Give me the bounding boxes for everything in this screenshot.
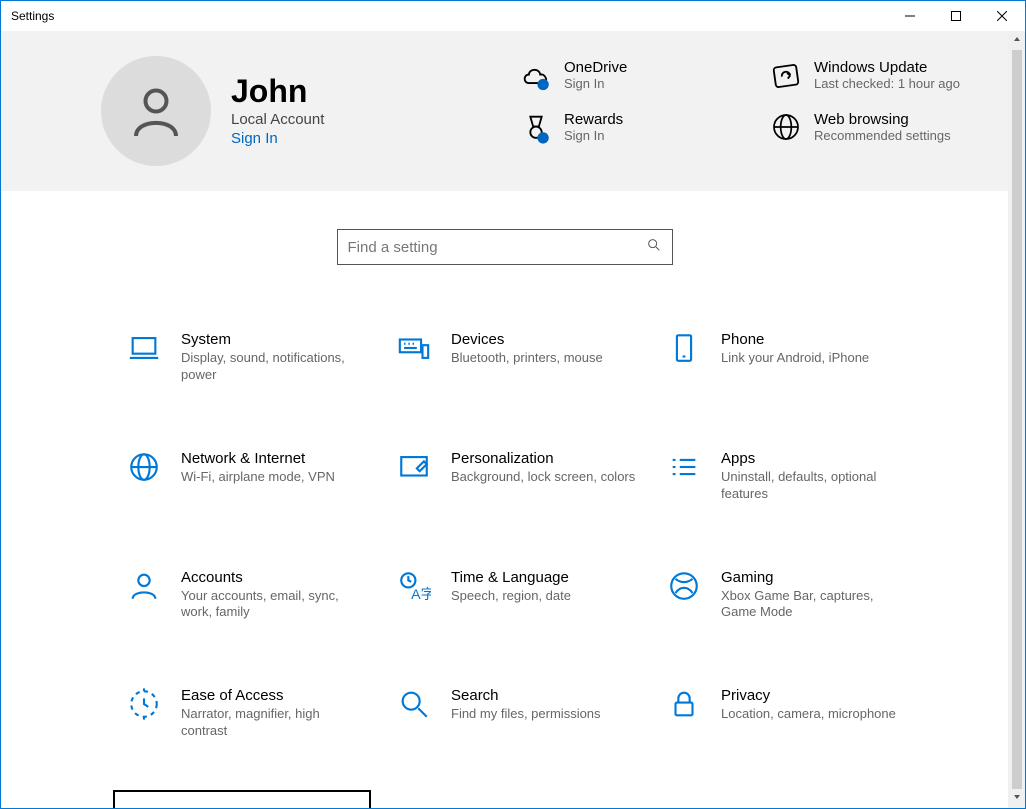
category-sub: Display, sound, notifications, power: [181, 350, 367, 384]
tile-onedrive[interactable]: OneDrive Sign In: [508, 59, 718, 93]
close-button[interactable]: [979, 1, 1025, 31]
category-sub: Wi-Fi, airplane mode, VPN: [181, 469, 367, 486]
tile-title: Rewards: [564, 111, 623, 128]
phone-icon: [667, 331, 721, 365]
xbox-icon: [667, 569, 721, 603]
tile-windows-update[interactable]: Windows Update Last checked: 1 hour ago: [758, 59, 968, 93]
category-title: Accounts: [181, 569, 367, 586]
lock-icon: [667, 687, 721, 721]
tile-sub: Sign In: [564, 76, 627, 92]
svg-text:A字: A字: [411, 586, 431, 602]
category-update-security[interactable]: Update & Security Windows Update, recove…: [113, 790, 371, 808]
person-icon: [127, 569, 181, 603]
category-ease-of-access[interactable]: Ease of Access Narrator, magnifier, high…: [121, 681, 391, 746]
category-accounts[interactable]: Accounts Your accounts, email, sync, wor…: [121, 563, 391, 628]
search-icon: [646, 237, 662, 257]
category-title: Phone: [721, 331, 907, 348]
scroll-thumb[interactable]: [1012, 50, 1022, 789]
category-title: Ease of Access: [181, 687, 367, 704]
category-sub: Your accounts, email, sync, work, family: [181, 588, 367, 622]
category-phone[interactable]: Phone Link your Android, iPhone: [661, 325, 931, 390]
header: John Local Account Sign In OneDrive Sign…: [1, 31, 1008, 191]
window-buttons: [887, 1, 1025, 31]
scroll-down-icon[interactable]: [1013, 793, 1021, 804]
tiles: OneDrive Sign In Windows Update Last che…: [451, 59, 968, 163]
globe-icon: [758, 111, 814, 143]
category-title: Search: [451, 687, 637, 704]
tile-sub: Sign In: [564, 128, 623, 144]
window-title: Settings: [11, 9, 54, 23]
avatar[interactable]: [101, 56, 211, 166]
scrollbar[interactable]: [1008, 31, 1025, 808]
search-placeholder: Find a setting: [348, 239, 438, 256]
ease-icon: [127, 687, 181, 721]
category-title: Privacy: [721, 687, 907, 704]
search-icon: [397, 687, 451, 721]
sign-in-link[interactable]: Sign In: [231, 130, 451, 147]
category-search[interactable]: Search Find my files, permissions: [391, 681, 661, 746]
category-system[interactable]: System Display, sound, notifications, po…: [121, 325, 391, 390]
person-icon: [126, 81, 186, 141]
keyboard-icon: [397, 331, 451, 365]
category-privacy[interactable]: Privacy Location, camera, microphone: [661, 681, 931, 746]
paint-icon: [397, 450, 451, 484]
user-sub: Local Account: [231, 111, 451, 128]
category-sub: Xbox Game Bar, captures, Game Mode: [721, 588, 907, 622]
category-title: Update & Security: [175, 806, 345, 808]
list-icon: [667, 450, 721, 484]
category-sub: Bluetooth, printers, mouse: [451, 350, 637, 367]
tile-sub: Recommended settings: [814, 128, 951, 144]
categories-grid: System Display, sound, notifications, po…: [121, 325, 948, 808]
category-sub: Find my files, permissions: [451, 706, 637, 723]
tile-title: Web browsing: [814, 111, 951, 128]
category-title: Apps: [721, 450, 907, 467]
medal-icon: [508, 111, 564, 145]
globe-icon: [127, 450, 181, 484]
category-time-language[interactable]: A字 Time & Language Speech, region, date: [391, 563, 661, 628]
user-name: John: [231, 75, 451, 107]
tile-web-browsing[interactable]: Web browsing Recommended settings: [758, 111, 968, 145]
tile-title: OneDrive: [564, 59, 627, 76]
scroll-up-icon[interactable]: [1013, 35, 1021, 46]
category-title: Personalization: [451, 450, 637, 467]
category-personalization[interactable]: Personalization Background, lock screen,…: [391, 444, 661, 509]
category-title: Devices: [451, 331, 637, 348]
category-sub: Uninstall, defaults, optional features: [721, 469, 907, 503]
minimize-button[interactable]: [887, 1, 933, 31]
cloud-icon: [508, 59, 564, 93]
tile-rewards[interactable]: Rewards Sign In: [508, 111, 718, 145]
category-devices[interactable]: Devices Bluetooth, printers, mouse: [391, 325, 661, 390]
category-title: Network & Internet: [181, 450, 367, 467]
update-icon: [121, 806, 175, 808]
time-language-icon: A字: [397, 569, 451, 603]
titlebar: Settings: [1, 1, 1025, 31]
category-gaming[interactable]: Gaming Xbox Game Bar, captures, Game Mod…: [661, 563, 931, 628]
sync-icon: [758, 59, 814, 93]
maximize-button[interactable]: [933, 1, 979, 31]
category-sub: Speech, region, date: [451, 588, 637, 605]
category-sub: Narrator, magnifier, high contrast: [181, 706, 367, 740]
user-block: John Local Account Sign In: [231, 75, 451, 147]
category-network[interactable]: Network & Internet Wi-Fi, airplane mode,…: [121, 444, 391, 509]
category-title: System: [181, 331, 367, 348]
category-title: Gaming: [721, 569, 907, 586]
category-title: Time & Language: [451, 569, 637, 586]
laptop-icon: [127, 331, 181, 365]
tile-title: Windows Update: [814, 59, 960, 76]
search-input[interactable]: Find a setting: [337, 229, 673, 265]
category-sub: Link your Android, iPhone: [721, 350, 907, 367]
category-sub: Background, lock screen, colors: [451, 469, 637, 486]
category-sub: Location, camera, microphone: [721, 706, 907, 723]
category-apps[interactable]: Apps Uninstall, defaults, optional featu…: [661, 444, 931, 509]
tile-sub: Last checked: 1 hour ago: [814, 76, 960, 92]
